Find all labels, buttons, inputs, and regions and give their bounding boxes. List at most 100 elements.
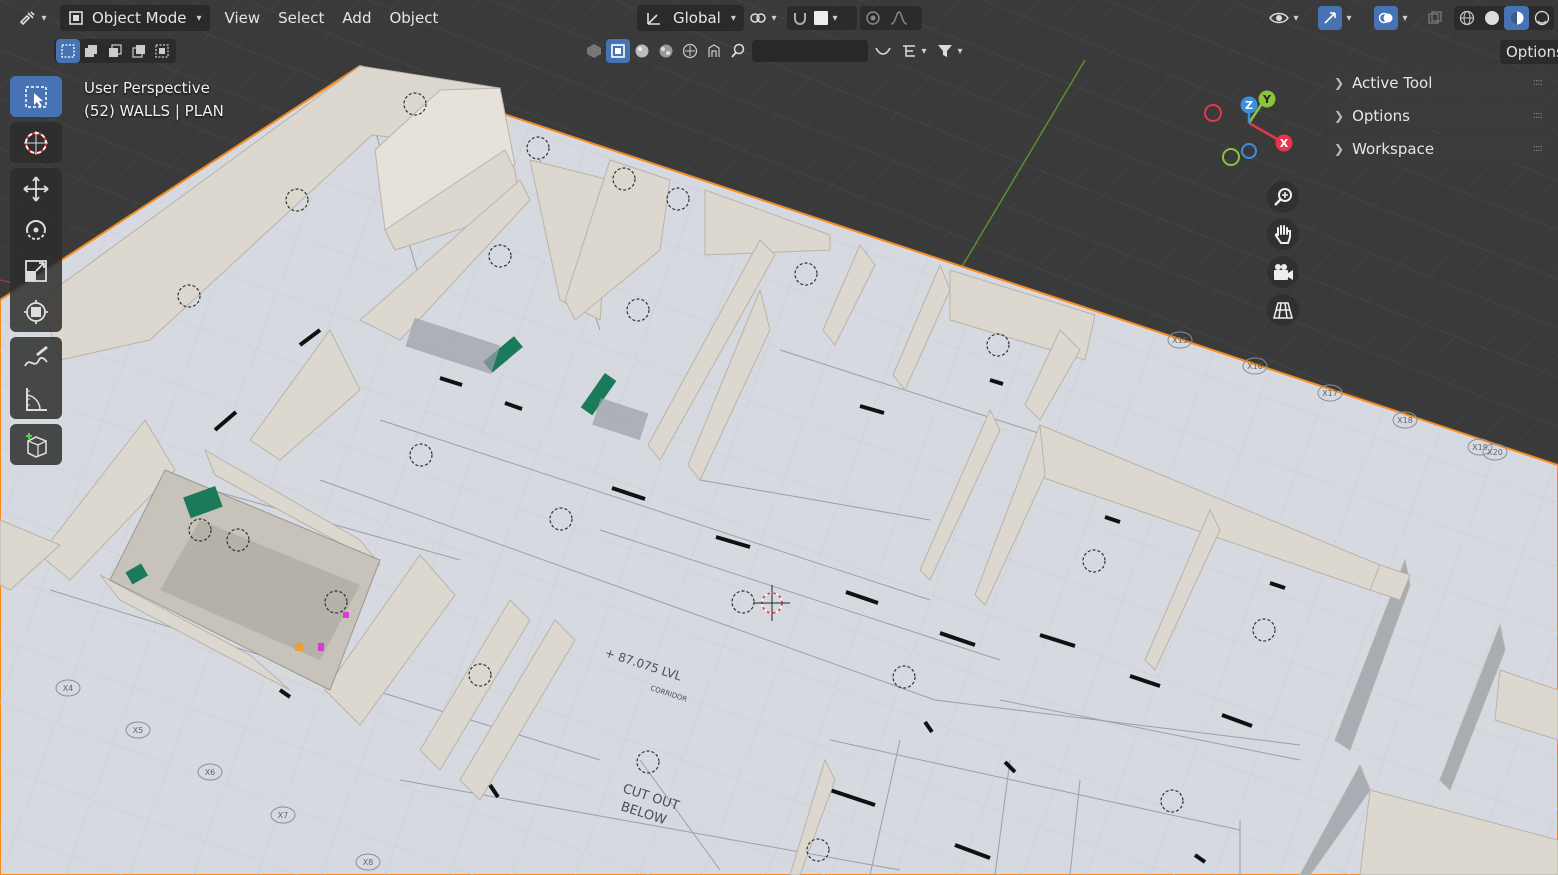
filter-texture-button[interactable] [678,39,702,63]
tool-scale[interactable] [10,250,62,291]
snap-toggle[interactable] [787,6,813,30]
panel-label: Options [1352,106,1410,125]
mode-dropdown[interactable]: Object Mode ▾ [60,5,210,31]
menu-object[interactable]: Object [380,6,447,30]
tool-cursor[interactable] [10,122,62,163]
shading-material[interactable] [1504,6,1529,30]
select-extend-button[interactable] [80,39,104,63]
tool-group-annotate [10,337,64,419]
select-invert-icon [131,45,145,58]
filter-render-button[interactable] [702,39,726,63]
options-button[interactable]: Options [1500,40,1558,64]
xray-toggle[interactable] [1424,6,1446,30]
hierarchy-button[interactable]: ▾ [896,39,932,63]
editor-type-button[interactable]: ▾ [16,6,50,30]
menu-view-label: View [224,9,261,27]
hierarchy-icon [903,45,916,57]
3d-viewport[interactable]: + 87.075 LVL CUT OUT BELOW CORRIDOR X4 X5… [0,0,1558,875]
select-subtract-icon [108,44,122,57]
hand-icon [1274,225,1291,244]
shading-wireframe[interactable] [1454,6,1479,30]
panel-active-tool[interactable]: ❯ Active Tool :::: [1326,68,1550,97]
drag-grip-icon[interactable]: :::: [1533,110,1544,121]
rotate-icon [26,219,46,240]
grid-bubble-label: X18 [1397,416,1413,425]
panel-options[interactable]: ❯ Options :::: [1326,101,1550,130]
search-icon [731,43,745,58]
chevron-right-icon: ❯ [1334,141,1345,156]
mode-label: Object Mode [92,9,187,27]
tool-select-box[interactable] [10,76,62,117]
search-button[interactable] [726,39,750,63]
panel-workspace[interactable]: ❯ Workspace :::: [1326,134,1550,163]
select-intersect-button[interactable] [150,39,174,63]
gizmo-toggle[interactable]: ▾ [1310,6,1360,30]
zoom-button[interactable] [1267,181,1299,213]
tool-move[interactable] [10,168,62,209]
filter-object-button[interactable] [606,39,630,63]
proportional-edit-toggle[interactable] [860,6,886,30]
perspective-toggle-button[interactable] [1267,294,1299,326]
filter-button[interactable]: ▾ [932,39,968,63]
gizmo-neg-z [1241,143,1257,159]
drag-grip-icon[interactable]: :::: [1533,143,1544,154]
filter-material-button[interactable] [630,39,654,63]
grid-perspective-icon [1273,302,1293,319]
gizmo-icon [1324,12,1337,24]
select-new-icon [61,44,75,58]
select-invert-button[interactable] [127,39,151,63]
tool-measure[interactable] [10,378,62,419]
grid-bubble-label: X17 [1322,389,1338,398]
shading-solid[interactable] [1479,6,1504,30]
visibility-button[interactable]: ▾ [1264,6,1304,30]
menu-add[interactable]: Add [333,6,380,30]
falloff-curve-icon [890,11,908,25]
overlays-toggle[interactable]: ▾ [1366,6,1416,30]
viewport-header: ▾ Object Mode ▾ View Select Add Object G… [0,0,1558,36]
gizmo-toggle-bg [1318,6,1343,30]
tool-group-add [10,424,64,465]
select-new-button[interactable] [56,39,80,63]
search-input[interactable] [752,40,868,62]
drag-grip-icon[interactable]: :::: [1533,77,1544,88]
menu-select-label: Select [278,9,325,27]
tool-group-cursor [10,122,64,163]
menu-select[interactable]: Select [269,6,333,30]
chevron-down-icon: ▾ [1402,12,1408,24]
tool-annotate[interactable] [10,337,62,378]
annotate-icon [24,345,48,366]
snap-group: ▾ [787,6,857,30]
camera-view-button[interactable] [1267,256,1299,288]
grid-bubble-label: X7 [278,811,289,820]
camera-icon [1274,264,1293,280]
orientation-icon [647,13,660,25]
navigation-gizmo[interactable]: X Y Z [1195,85,1305,175]
texture-icon [682,43,698,59]
material-sphere-icon [1510,11,1523,25]
menu-view[interactable]: View [216,6,270,30]
transform-orientation-dropdown[interactable]: Global ▾ [637,5,744,31]
grid-bubble-label: X20 [1487,448,1503,457]
falloff-button[interactable] [886,6,912,30]
solid-sphere-icon [1484,11,1499,25]
curve-button[interactable] [870,39,896,63]
chevron-down-icon: ▾ [921,45,927,57]
xray-icon [1428,11,1442,24]
mesh-cube-icon [587,44,601,58]
tool-add-cube[interactable] [10,424,62,465]
filter-world-button[interactable] [654,39,678,63]
scale-icon [25,259,47,282]
pivot-point-button[interactable]: ▾ [746,6,780,30]
chevron-down-icon: ▾ [41,12,47,24]
snap-target-button[interactable]: ▾ [813,6,839,30]
tool-rotate[interactable] [10,209,62,250]
pan-button[interactable] [1267,218,1299,250]
scene-canvas[interactable]: + 87.075 LVL CUT OUT BELOW CORRIDOR X4X5… [0,0,1558,875]
select-subtract-button[interactable] [103,39,127,63]
shading-rendered[interactable] [1529,6,1554,30]
tool-transform[interactable] [10,291,62,332]
wireframe-sphere-icon [1459,10,1474,26]
filter-mesh-button[interactable] [582,39,606,63]
object-mode-icon [69,11,83,25]
viewport-info: User Perspective (52) WALLS | PLAN [84,77,224,123]
